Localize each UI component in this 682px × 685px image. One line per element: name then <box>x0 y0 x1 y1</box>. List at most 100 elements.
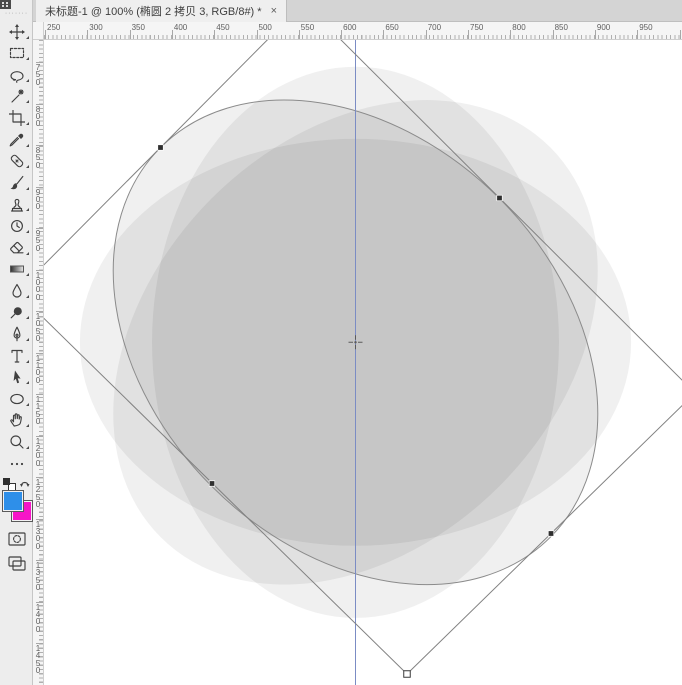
transform-handle-corner-bottom[interactable] <box>404 671 411 678</box>
tool-horizontal-type[interactable] <box>0 345 33 367</box>
tool-spot-healing-brush[interactable] <box>0 151 33 173</box>
ruler-label: 1100 <box>34 355 42 385</box>
ruler-label: 1200 <box>34 438 42 468</box>
history-brush-icon <box>9 218 25 234</box>
ruler-tick <box>299 30 300 40</box>
crop-icon <box>9 110 25 126</box>
tool-edit-toolbar[interactable] <box>0 453 33 475</box>
ruler-tick <box>130 30 131 40</box>
panel-collapse-icon[interactable] <box>0 0 11 9</box>
transform-handle-mid-2[interactable] <box>209 481 215 487</box>
ruler-tick <box>87 30 88 40</box>
document-tab[interactable]: 未标题-1 @ 100% (椭圆 2 拷贝 3, RGB/8#) * × <box>36 0 287 22</box>
ruler-label: 1450 <box>34 645 42 675</box>
ruler-label: 550 <box>301 23 314 32</box>
screen-mode-button[interactable] <box>0 552 33 574</box>
ruler-label: 400 <box>174 23 187 32</box>
ruler-label: 500 <box>259 23 272 32</box>
ruler-label: 850 <box>555 23 568 32</box>
ruler-label: 1250 <box>34 479 42 509</box>
ruler-tick <box>172 30 173 40</box>
tool-blur[interactable] <box>0 280 33 302</box>
default-colors-icon[interactable] <box>3 478 15 490</box>
tab-close-icon[interactable]: × <box>271 6 277 17</box>
ruler-label: 450 <box>216 23 229 32</box>
ruler-tick <box>257 30 258 40</box>
path-selection-icon <box>9 369 25 385</box>
ruler-tick <box>510 30 511 40</box>
ruler-label: 1300 <box>34 521 42 551</box>
tool-history-brush[interactable] <box>0 215 33 237</box>
ruler-label: 800 <box>512 23 525 32</box>
tool-ellipse-shape[interactable] <box>0 388 33 410</box>
tool-dodge[interactable] <box>0 302 33 324</box>
ruler-label: 250 <box>47 23 60 32</box>
canvas-viewport[interactable] <box>44 40 682 685</box>
ruler-label: 300 <box>89 23 102 32</box>
magic-wand-icon <box>9 89 25 105</box>
swap-colors-icon[interactable] <box>19 477 31 489</box>
tool-brush[interactable] <box>0 172 33 194</box>
tool-path-selection[interactable] <box>0 367 33 389</box>
clone-stamp-icon <box>9 197 25 213</box>
ellipse-icon <box>9 391 25 407</box>
ellipsis-icon <box>9 456 25 472</box>
transform-handle-mid-1[interactable] <box>497 195 503 201</box>
ruler-tick <box>468 30 469 40</box>
ruler-tick <box>553 30 554 40</box>
transform-handle-mid-3[interactable] <box>548 531 554 537</box>
ruler-label: 800 <box>34 106 42 128</box>
tool-magic-wand[interactable] <box>0 86 33 108</box>
toolbox-grip[interactable]: ······· <box>0 10 33 18</box>
ruler-tick <box>383 30 384 40</box>
tool-gradient[interactable] <box>0 259 33 281</box>
move-icon <box>9 24 25 40</box>
ruler-label: 700 <box>428 23 441 32</box>
quick-mask-button[interactable] <box>0 528 33 550</box>
tool-eraser[interactable] <box>0 237 33 259</box>
horizontal-ruler[interactable]: 2503003504004505005506006507007508008509… <box>44 22 682 40</box>
lasso-icon <box>9 67 25 83</box>
document-canvas[interactable] <box>44 40 682 685</box>
blur-icon <box>9 283 25 299</box>
ruler-label: 1400 <box>34 604 42 634</box>
foreground-color-swatch[interactable] <box>2 490 24 512</box>
zoom-icon <box>9 434 25 450</box>
screen-mode-icon <box>8 556 26 571</box>
ruler-tick <box>214 30 215 40</box>
tool-clone-stamp[interactable] <box>0 194 33 216</box>
ruler-tick <box>595 30 596 40</box>
color-well <box>0 477 33 525</box>
ruler-label: 750 <box>470 23 483 32</box>
ruler-label: 900 <box>34 189 42 211</box>
tool-lasso[interactable] <box>0 64 33 86</box>
tool-rectangular-marquee[interactable] <box>0 43 33 65</box>
tool-hand[interactable] <box>0 410 33 432</box>
ruler-label: 1050 <box>34 313 42 343</box>
tool-pen[interactable] <box>0 323 33 345</box>
ruler-label: 650 <box>385 23 398 32</box>
ruler-tick <box>341 30 342 40</box>
dodge-icon <box>9 305 25 321</box>
ruler-tick <box>680 30 681 40</box>
document-tab-bar: 未标题-1 @ 100% (椭圆 2 拷贝 3, RGB/8#) * × <box>33 0 682 22</box>
ruler-label: 950 <box>639 23 652 32</box>
ruler-label: 350 <box>132 23 145 32</box>
ruler-label: 950 <box>34 230 42 252</box>
tool-zoom[interactable] <box>0 431 33 453</box>
transform-handle-mid-0[interactable] <box>158 145 164 151</box>
quick-mask-icon <box>8 532 26 546</box>
ruler-tick <box>45 30 46 40</box>
eyedropper-icon <box>9 132 25 148</box>
marquee-icon <box>9 45 25 61</box>
ruler-label: 1150 <box>34 396 42 426</box>
tool-eyedropper[interactable] <box>0 129 33 151</box>
app-window: ······· <box>0 0 682 685</box>
hand-icon <box>9 412 25 428</box>
tool-crop[interactable] <box>0 107 33 129</box>
tool-move[interactable] <box>0 21 33 43</box>
pen-icon <box>9 326 25 342</box>
vertical-ruler[interactable]: 7508008509009501000105011001150120012501… <box>33 40 44 685</box>
ruler-label: 900 <box>597 23 610 32</box>
document-tab-title: 未标题-1 @ 100% (椭圆 2 拷贝 3, RGB/8#) * <box>45 3 262 19</box>
